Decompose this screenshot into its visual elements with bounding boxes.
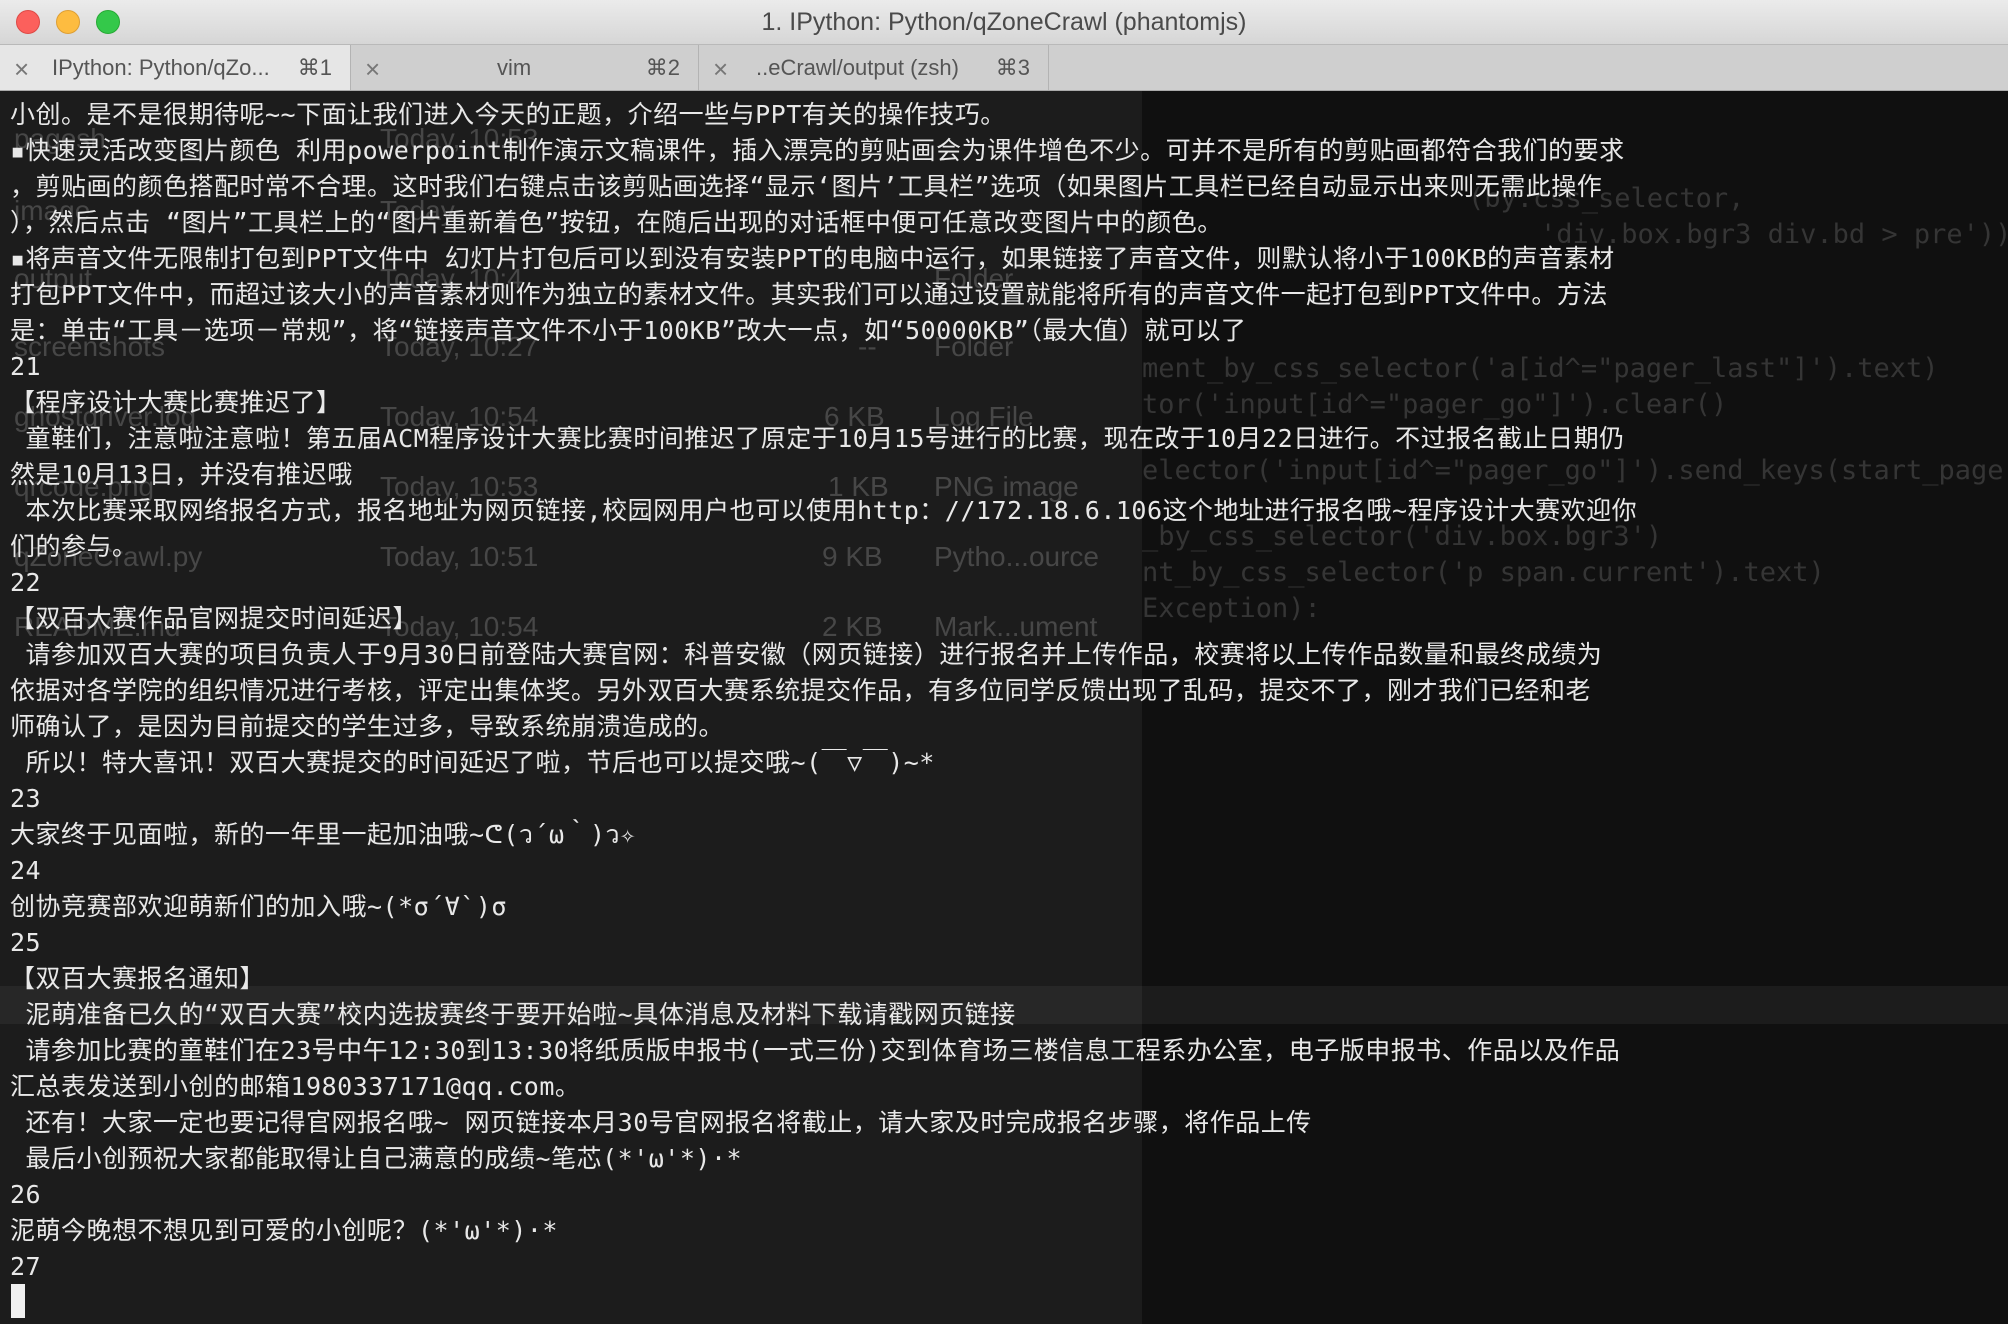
terminal-line: 21 xyxy=(10,352,42,381)
terminal-line: 泥萌今晚想不想见到可爱的小创呢？(*'ω'*)·* xyxy=(10,1216,558,1245)
tab-shortcut: ⌘3 xyxy=(995,55,1030,80)
terminal-pane[interactable]: pagesh Today, 10:53 image Today output T… xyxy=(0,91,2008,1324)
terminal-line: 们的参与。 xyxy=(10,532,138,561)
title-bar[interactable]: 1. IPython: Python/qZoneCrawl (phantomjs… xyxy=(0,0,2008,45)
terminal-line: 请参加双百大赛的项目负责人于9月30日前登陆大赛官网：科普安徽（网页链接）进行报… xyxy=(10,640,1603,669)
terminal-output: 小创。是不是很期待呢~~下面让我们进入今天的正题，介绍一些与PPT有关的操作技巧… xyxy=(10,97,2000,1285)
terminal-line: ），然后点击 “图片”工具栏上的“图片重新着色”按钮，在随后出现的对话框中便可任… xyxy=(10,208,1223,237)
tab-label: vim xyxy=(497,55,532,80)
terminal-line: 是：单击“工具－选项－常规”，将“链接声音文件不小于100KB”改大一点，如“5… xyxy=(10,316,1247,345)
terminal-line: 【双百大赛报名通知】 xyxy=(10,964,266,993)
terminal-line: 创协竞赛部欢迎萌新们的加入哦~(*σ´∀`)σ xyxy=(10,892,507,921)
terminal-line: 26 xyxy=(10,1180,42,1209)
terminal-line: 依据对各学院的组织情况进行考核，评定出集体奖。另外双百大赛系统提交作品，有多位同… xyxy=(10,676,1592,705)
tab-shortcut: ⌘2 xyxy=(645,55,680,80)
terminal-line: ▪快速灵活改变图片颜色 利用powerpoint制作演示文稿课件，插入漂亮的剪贴… xyxy=(10,136,1625,165)
terminal-line: 最后小创预祝大家都能取得让自己满意的成绩~笔芯(*'ω'*)·* xyxy=(10,1144,743,1173)
terminal-line: 小创。是不是很期待呢~~下面让我们进入今天的正题，介绍一些与PPT有关的操作技巧… xyxy=(10,100,1006,129)
text-cursor xyxy=(11,1284,25,1318)
tab-shortcut: ⌘1 xyxy=(297,55,332,80)
tab-ipython[interactable]: × IPython: Python/qZo... ⌘1 xyxy=(0,45,350,90)
terminal-line: 25 xyxy=(10,928,42,957)
terminal-line: ▪将声音文件无限制打包到PPT文件中 幻灯片打包后可以到没有安装PPT的电脑中运… xyxy=(10,244,1615,273)
terminal-line: 本次比赛采取网络报名方式，报名地址为网页链接,校园网用户也可以使用http：//… xyxy=(10,496,1638,525)
tab-zsh-output[interactable]: × ..eCrawl/output (zsh) ⌘3 xyxy=(699,45,1048,90)
tab-bar: × IPython: Python/qZo... ⌘1 × vim ⌘2 × .… xyxy=(0,45,2008,91)
terminal-line: 所以！特大喜讯！双百大赛提交的时间延迟了啦，节后也可以提交哦~(￣▽￣)~* xyxy=(10,748,935,777)
tab-divider xyxy=(1048,45,1049,90)
terminal-line: 泥萌准备已久的“双百大赛”校内选拔赛终于要开始啦~具体消息及材料下载请戳网页链接 xyxy=(10,1000,1016,1029)
tab-close-icon[interactable]: × xyxy=(14,54,29,85)
terminal-line: 23 xyxy=(10,784,42,813)
terminal-line: 汇总表发送到小创的邮箱1980337171@qq.com。 xyxy=(10,1072,581,1101)
terminal-line: 【双百大赛作品官网提交时间延迟】 xyxy=(10,604,419,633)
tab-close-icon[interactable]: × xyxy=(713,54,728,85)
terminal-line: 然是10月13日，并没有推迟哦 xyxy=(10,460,353,489)
tab-label: ..eCrawl/output (zsh) xyxy=(756,55,959,80)
iterm-window: 1. IPython: Python/qZoneCrawl (phantomjs… xyxy=(0,0,2008,1324)
terminal-line: 请参加比赛的童鞋们在23号中午12:30到13:30将纸质版申报书(一式三份)交… xyxy=(10,1036,1621,1065)
terminal-line: 22 xyxy=(10,568,42,597)
terminal-line: ，剪贴画的颜色搭配时常不合理。这时我们右键点击该剪贴画选择“显示‘图片’工具栏”… xyxy=(10,172,1603,201)
terminal-line: 打包PPT文件中，而超过该大小的声音素材则作为独立的素材文件。其实我们可以通过设… xyxy=(10,280,1608,309)
terminal-line: 童鞋们，注意啦注意啦！第五届ACM程序设计大赛比赛时间推迟了原定于10月15号进… xyxy=(10,424,1625,453)
window-title: 1. IPython: Python/qZoneCrawl (phantomjs… xyxy=(761,8,1247,36)
tab-close-icon[interactable]: × xyxy=(365,54,380,85)
tab-label: IPython: Python/qZo... xyxy=(52,55,270,80)
terminal-line: 24 xyxy=(10,856,42,885)
terminal-line: 【程序设计大赛比赛推迟了】 xyxy=(10,388,342,417)
terminal-line: 还有！大家一定也要记得官网报名哦~ 网页链接本月30号官网报名将截止，请大家及时… xyxy=(10,1108,1312,1137)
terminal-line: 大家终于见面啦，新的一年里一起加油哦~ᕦ(ว´ω｀)ว✧ xyxy=(10,820,636,849)
tab-vim[interactable]: × vim ⌘2 xyxy=(351,45,698,90)
terminal-line: 27 xyxy=(10,1252,42,1281)
terminal-line: 师确认了，是因为目前提交的学生过多，导致系统崩溃造成的。 xyxy=(10,712,725,741)
